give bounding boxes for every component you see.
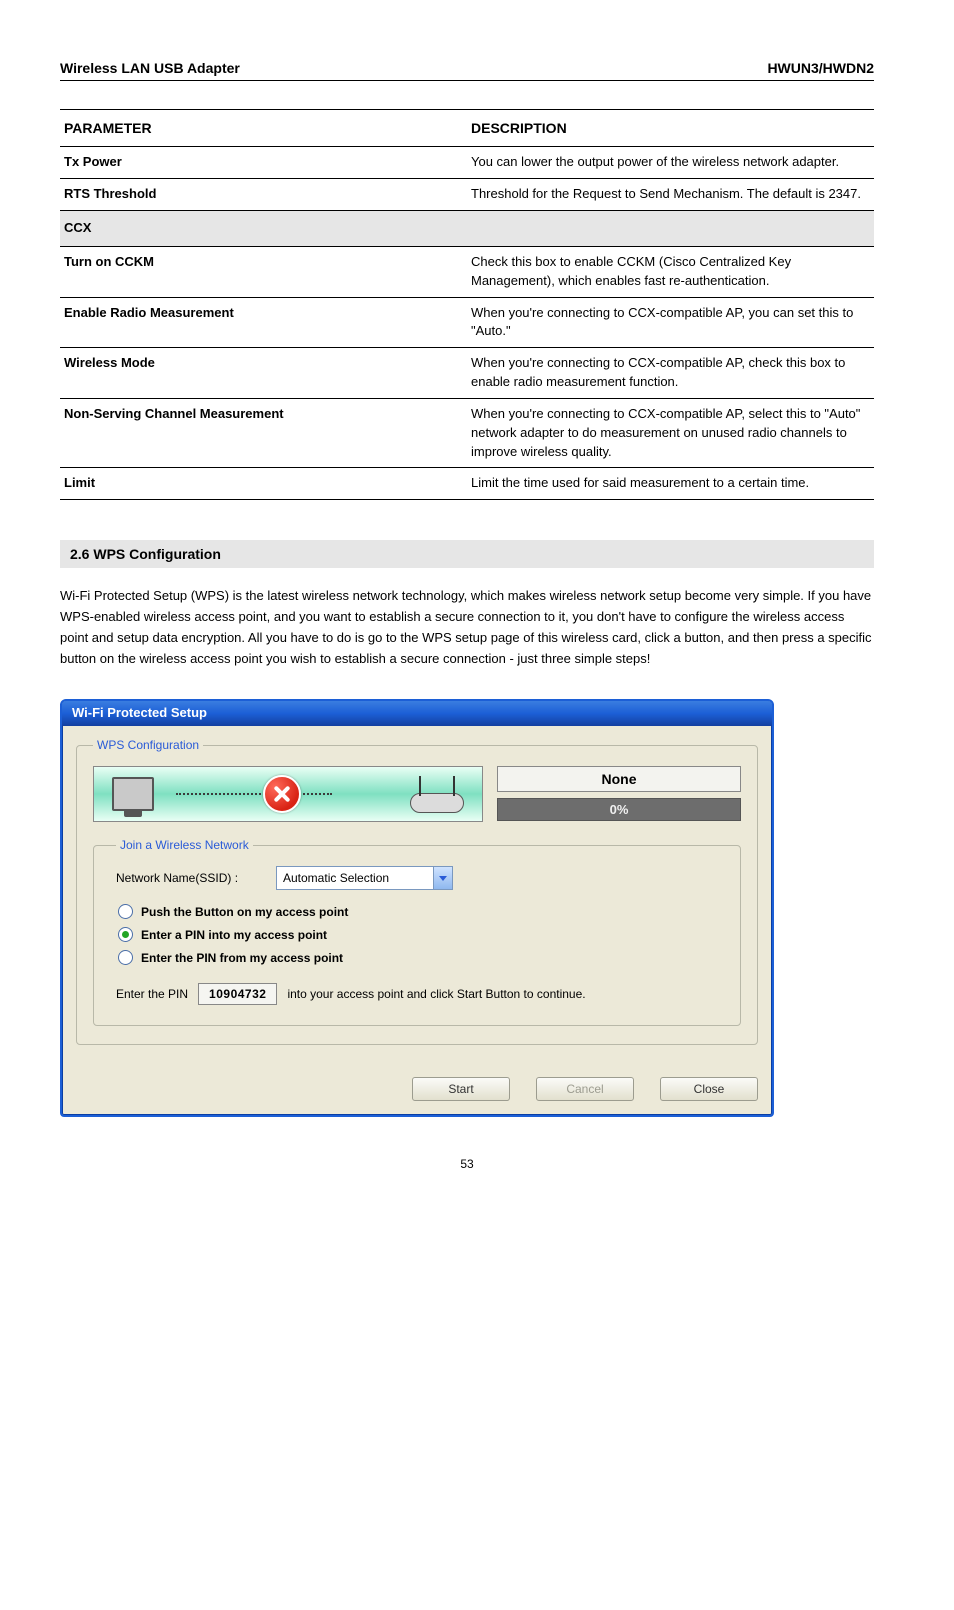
doc-header: Wireless LAN USB Adapter HWUN3/HWDN2 <box>60 60 874 81</box>
param-name: Non-Serving Channel Measurement <box>60 398 467 468</box>
param-desc: Threshold for the Request to Send Mechan… <box>467 179 874 211</box>
wps-progress-bar: 0% <box>497 798 741 821</box>
product-name-left: Wireless LAN USB Adapter <box>60 60 240 76</box>
section-label: CCX <box>60 210 874 246</box>
page-number: 53 <box>60 1157 874 1171</box>
ssid-select-value: Automatic Selection <box>277 871 433 885</box>
parameters-table: PARAMETER DESCRIPTION Tx Power You can l… <box>60 109 874 500</box>
col-parameter: PARAMETER <box>60 110 467 147</box>
param-desc: Check this box to enable CCKM (Cisco Cen… <box>467 246 874 297</box>
wps-status-text: None <box>497 766 741 792</box>
ssid-label: Network Name(SSID) : <box>116 871 266 885</box>
join-network-fieldset: Join a Wireless Network Network Name(SSI… <box>93 838 741 1026</box>
chevron-down-icon[interactable] <box>433 867 452 889</box>
param-desc: When you're connecting to CCX-compatible… <box>467 398 874 468</box>
param-desc: You can lower the output power of the wi… <box>467 147 874 179</box>
table-row: Enable Radio Measurement When you're con… <box>60 297 874 348</box>
table-row: Limit Limit the time used for said measu… <box>60 468 874 500</box>
table-row: Tx Power You can lower the output power … <box>60 147 874 179</box>
col-description: DESCRIPTION <box>467 110 874 147</box>
join-network-legend: Join a Wireless Network <box>116 838 253 852</box>
radio-icon <box>118 927 133 942</box>
param-name: RTS Threshold <box>60 179 467 211</box>
close-button[interactable]: Close <box>660 1077 758 1101</box>
radio-label: Enter a PIN into my access point <box>141 928 327 942</box>
router-icon <box>410 793 464 813</box>
pin-instruction: into your access point and click Start B… <box>287 987 585 1001</box>
section-paragraph: Wi-Fi Protected Setup (WPS) is the lates… <box>60 586 874 669</box>
start-button[interactable]: Start <box>412 1077 510 1101</box>
section-heading-wps: 2.6 WPS Configuration <box>60 540 874 568</box>
dialog-button-row: Start Cancel Close <box>62 1059 772 1115</box>
wps-dialog: Wi-Fi Protected Setup WPS Configuration … <box>60 699 774 1117</box>
radio-push-button[interactable]: Push the Button on my access point <box>118 904 718 919</box>
connection-dots <box>176 793 332 795</box>
radio-icon <box>118 950 133 965</box>
table-row: Wireless Mode When you're connecting to … <box>60 348 874 399</box>
table-row: Non-Serving Channel Measurement When you… <box>60 398 874 468</box>
wps-config-legend: WPS Configuration <box>93 738 203 752</box>
ssid-select[interactable]: Automatic Selection <box>276 866 453 890</box>
param-desc: When you're connecting to CCX-compatible… <box>467 297 874 348</box>
radio-label: Push the Button on my access point <box>141 905 348 919</box>
param-name: Wireless Mode <box>60 348 467 399</box>
param-name: Limit <box>60 468 467 500</box>
pc-icon <box>112 777 154 811</box>
table-row: RTS Threshold Threshold for the Request … <box>60 179 874 211</box>
pin-value: 10904732 <box>198 983 277 1005</box>
wps-config-fieldset: WPS Configuration None 0% <box>76 738 758 1045</box>
radio-icon <box>118 904 133 919</box>
param-desc: When you're connecting to CCX-compatible… <box>467 348 874 399</box>
param-desc: Limit the time used for said measurement… <box>467 468 874 500</box>
wps-status-graphic <box>93 766 483 822</box>
product-name-right: HWUN3/HWDN2 <box>767 60 874 76</box>
radio-enter-pin-from[interactable]: Enter the PIN from my access point <box>118 950 718 965</box>
dialog-title: Wi-Fi Protected Setup <box>72 705 207 720</box>
radio-enter-pin-into[interactable]: Enter a PIN into my access point <box>118 927 718 942</box>
table-section-ccx: CCX <box>60 210 874 246</box>
dialog-titlebar: Wi-Fi Protected Setup <box>62 701 772 726</box>
pin-label: Enter the PIN <box>116 987 188 1001</box>
cancel-button: Cancel <box>536 1077 634 1101</box>
radio-label: Enter the PIN from my access point <box>141 951 343 965</box>
table-row: Turn on CCKM Check this box to enable CC… <box>60 246 874 297</box>
fail-icon <box>263 775 301 813</box>
param-name: Tx Power <box>60 147 467 179</box>
param-name: Turn on CCKM <box>60 246 467 297</box>
param-name: Enable Radio Measurement <box>60 297 467 348</box>
